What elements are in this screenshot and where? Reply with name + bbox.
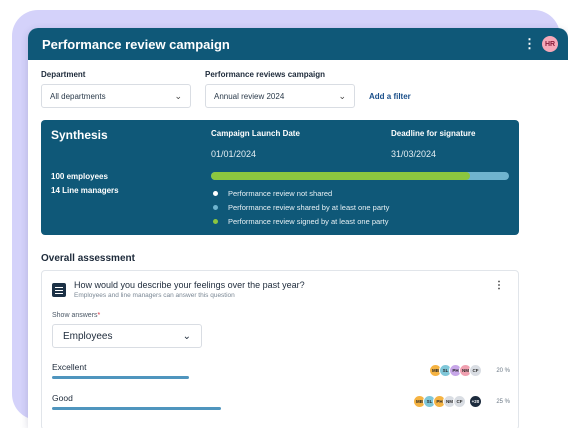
- overall-assessment-title: Overall assessment: [41, 253, 135, 264]
- progress-legend: Performance review not shared Performanc…: [213, 186, 389, 228]
- campaign-value: Annual review 2024: [214, 91, 285, 101]
- launch-date-block: Campaign Launch Date 01/01/2024: [211, 129, 300, 159]
- campaign-progress-bar: [211, 172, 509, 180]
- department-select[interactable]: All departments ⌄: [41, 84, 191, 108]
- launch-date-value: 01/01/2024: [211, 149, 257, 159]
- header-bar: Performance review campaign ⋮ HR: [28, 28, 568, 60]
- launch-date-label: Campaign Launch Date: [211, 129, 300, 138]
- synthesis-title: Synthesis: [51, 128, 108, 142]
- list-icon: [52, 283, 66, 297]
- answer-percent: 25 %: [496, 398, 510, 405]
- respondent-avatar[interactable]: CF: [469, 364, 482, 377]
- answer-percent: 20 %: [496, 367, 510, 374]
- legend-item: Performance review signed by at least on…: [213, 214, 389, 228]
- legend-dot: [213, 190, 218, 196]
- deadline-value: 31/03/2024: [391, 149, 437, 159]
- legend-item: Performance review not shared: [213, 186, 389, 200]
- chevron-down-icon: ⌄: [338, 90, 346, 101]
- kebab-icon[interactable]: ⋮: [523, 36, 536, 52]
- answer-bar: [52, 376, 190, 379]
- legend-dot: [213, 218, 218, 224]
- show-answers-select[interactable]: Employees ⌄: [52, 324, 202, 348]
- synthesis-panel: Synthesis Campaign Launch Date 01/01/202…: [41, 120, 519, 235]
- respondent-avatar[interactable]: CF: [453, 395, 466, 408]
- department-filter: Department All departments ⌄: [41, 70, 191, 108]
- app-window: Performance review campaign ⋮ HR Departm…: [28, 28, 568, 428]
- user-avatar[interactable]: HR: [542, 36, 558, 52]
- required-mark: *: [97, 312, 101, 319]
- campaign-select[interactable]: Annual review 2024 ⌄: [205, 84, 355, 108]
- question-title: How would you describe your feelings ove…: [74, 280, 305, 290]
- answer-respondents: MB SL PH NM CF +20 25 %: [413, 395, 510, 408]
- deadline-block: Deadline for signature 31/03/2024: [391, 129, 475, 159]
- campaign-filter: Performance reviews campaign Annual revi…: [205, 70, 355, 108]
- legend-label: Performance review not shared: [228, 188, 333, 198]
- page-title: Performance review campaign: [42, 36, 230, 52]
- campaign-label: Performance reviews campaign: [205, 70, 326, 79]
- question-subtitle: Employees and line managers can answer t…: [74, 292, 235, 299]
- legend-label: Performance review shared by at least on…: [228, 202, 390, 212]
- legend-item: Performance review shared by at least on…: [213, 200, 389, 214]
- show-answers-text: Show answers: [52, 312, 98, 319]
- filter-bar: Department All departments ⌄ Performance…: [41, 70, 411, 108]
- show-answers-value: Employees: [63, 330, 113, 342]
- department-value: All departments: [50, 91, 106, 101]
- department-label: Department: [41, 70, 86, 79]
- employee-count: 100 employees: [51, 172, 108, 181]
- population-counts: 100 employees 14 Line managers: [51, 170, 119, 198]
- signed-progress-segment: [211, 172, 471, 180]
- question-card: How would you describe your feelings ove…: [41, 270, 519, 428]
- manager-count: 14 Line managers: [51, 186, 119, 195]
- chevron-down-icon: ⌄: [182, 330, 191, 342]
- answer-respondents: MB SL PH NM CF 20 %: [429, 364, 510, 377]
- legend-label: Performance review signed by at least on…: [228, 216, 389, 226]
- answer-row: Good MB SL PH NM CF +20 25 %: [52, 393, 510, 410]
- chevron-down-icon: ⌄: [174, 90, 182, 101]
- more-respondents-badge[interactable]: +20: [469, 395, 482, 408]
- show-answers-label: Show answers*: [52, 312, 100, 319]
- card-menu-icon[interactable]: ⋮: [494, 280, 504, 291]
- add-filter-link[interactable]: Add a filter: [369, 92, 411, 101]
- answer-row: Excellent MB SL PH NM CF 20 %: [52, 362, 510, 379]
- legend-dot: [213, 204, 218, 210]
- answer-bar: [52, 407, 222, 410]
- deadline-label: Deadline for signature: [391, 129, 476, 138]
